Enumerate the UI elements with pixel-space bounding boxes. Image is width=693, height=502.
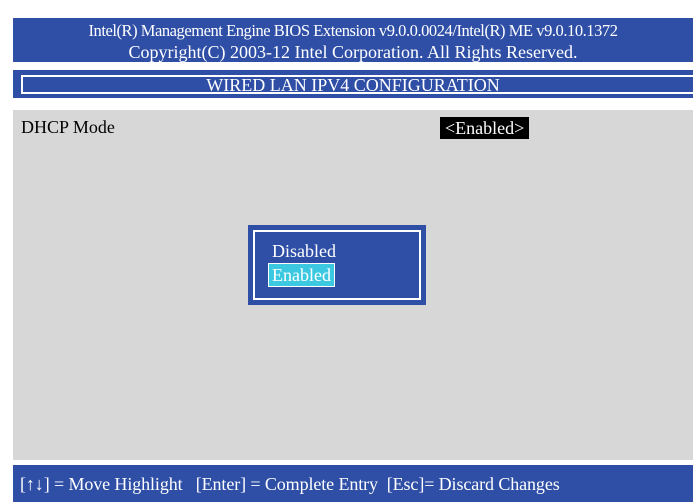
- dhcp-mode-label: DHCP Mode: [21, 117, 115, 137]
- option-enabled[interactable]: Enabled: [268, 263, 335, 287]
- option-disabled[interactable]: Disabled: [268, 240, 336, 262]
- dhcp-mode-value[interactable]: <Enabled>: [440, 117, 530, 139]
- page-title-bar: WIRED LAN IPV4 CONFIGURATION: [13, 70, 693, 98]
- dhcp-mode-options-popup: Disabled Enabled: [248, 225, 426, 305]
- bios-header: Intel(R) Management Engine BIOS Extensio…: [13, 18, 693, 62]
- settings-panel: DHCP Mode <Enabled> Disabled Enabled: [13, 110, 693, 460]
- header-version-text: Intel(R) Management Engine BIOS Extensio…: [88, 21, 618, 40]
- key-help-text: [↑↓] = Move Highlight [Enter] = Complete…: [20, 474, 560, 494]
- header-copyright-text: Copyright(C) 2003-12 Intel Corporation. …: [128, 42, 578, 62]
- page-title: WIRED LAN IPV4 CONFIGURATION: [206, 75, 500, 95]
- key-help-bar: [↑↓] = Move Highlight [Enter] = Complete…: [13, 465, 693, 502]
